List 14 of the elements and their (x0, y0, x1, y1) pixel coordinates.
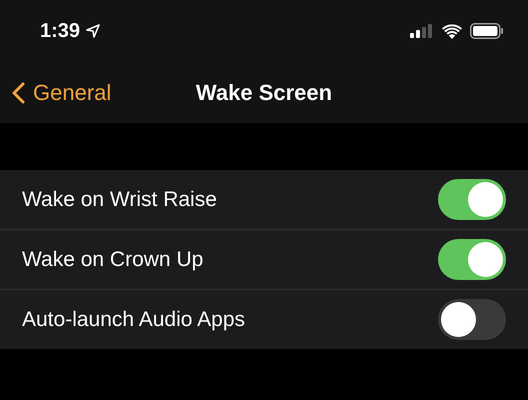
back-button[interactable]: General (0, 80, 112, 106)
setting-label: Wake on Wrist Raise (22, 188, 217, 212)
toggle-switch[interactable] (438, 299, 506, 340)
location-arrow-icon (86, 24, 100, 38)
wifi-icon (442, 24, 462, 38)
toggle-switch[interactable] (438, 179, 506, 220)
page-title: Wake Screen (196, 80, 332, 106)
signal-icon (410, 24, 434, 38)
chevron-left-icon (12, 82, 25, 104)
setting-label: Wake on Crown Up (22, 248, 204, 272)
battery-icon (470, 23, 504, 39)
status-time: 1:39 (40, 20, 80, 42)
toggle-switch[interactable] (438, 239, 506, 280)
setting-label: Auto-launch Audio Apps (22, 308, 246, 332)
